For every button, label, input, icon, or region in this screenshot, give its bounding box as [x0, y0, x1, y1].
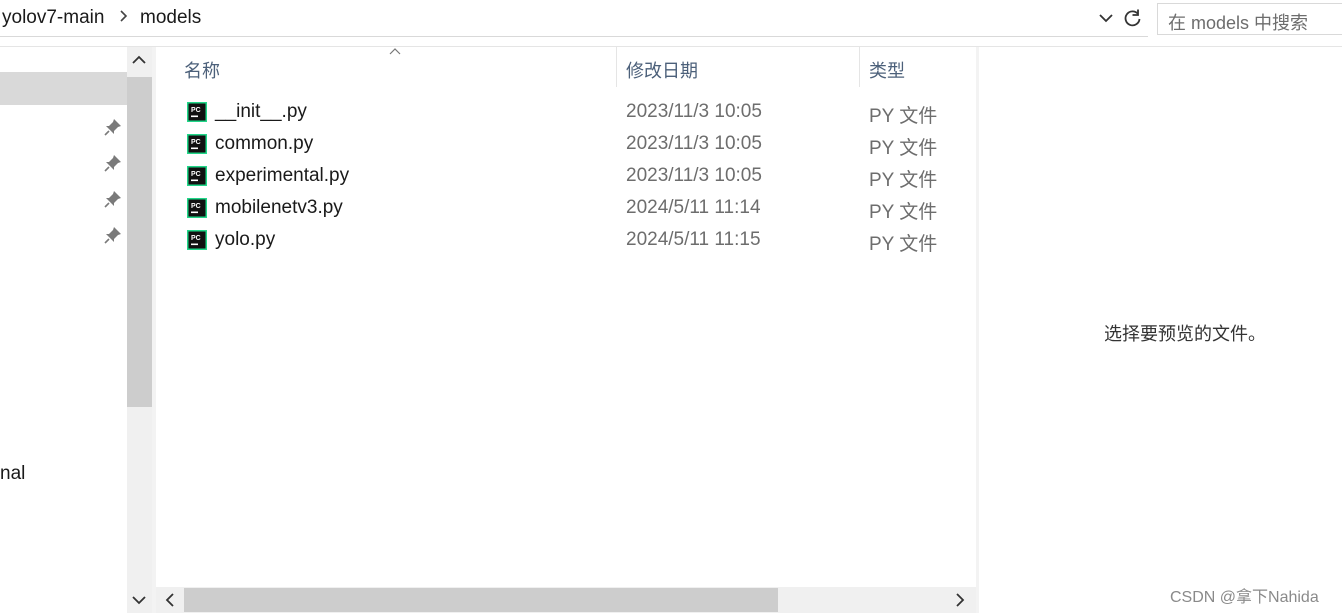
file-row[interactable]: PC __init__.py 2023/11/3 10:05 PY 文件: [156, 97, 956, 129]
svg-text:PC: PC: [191, 203, 201, 210]
file-type: PY 文件: [869, 138, 938, 159]
pin-icon[interactable]: [103, 225, 123, 245]
address-bar[interactable]: yolov7-main models: [0, 0, 1148, 37]
preview-empty-message: 选择要预览的文件。: [1104, 324, 1266, 344]
navigation-pane[interactable]: nal: [0, 47, 127, 613]
pycharm-file-icon: PC: [187, 230, 207, 250]
pin-icon[interactable]: [103, 189, 123, 209]
file-name[interactable]: experimental.py: [215, 165, 349, 187]
column-divider[interactable]: [859, 47, 860, 87]
file-type: PY 文件: [869, 202, 938, 223]
watermark: CSDN @拿下Nahida: [1170, 589, 1319, 606]
nav-vertical-scrollbar[interactable]: [127, 47, 152, 613]
column-header-type[interactable]: 类型: [869, 57, 905, 83]
file-list-horizontal-scrollbar[interactable]: [156, 587, 976, 613]
column-header-name[interactable]: 名称: [184, 57, 220, 83]
scroll-down-icon[interactable]: [131, 593, 147, 611]
file-date: 2023/11/3 10:05: [626, 101, 762, 122]
file-row[interactable]: PC yolo.py 2024/5/11 11:15 PY 文件: [156, 225, 956, 257]
pycharm-file-icon: PC: [187, 102, 207, 122]
file-type: PY 文件: [869, 106, 938, 127]
file-type: PY 文件: [869, 234, 938, 255]
search-placeholder: 在 models 中搜索: [1168, 13, 1309, 33]
pin-icon[interactable]: [103, 117, 123, 137]
scrollbar-thumb[interactable]: [127, 77, 152, 407]
chevron-right-icon[interactable]: [118, 8, 130, 29]
svg-text:PC: PC: [191, 107, 201, 114]
file-name[interactable]: __init__.py: [215, 101, 307, 123]
pycharm-file-icon: PC: [187, 198, 207, 218]
pycharm-file-icon: PC: [187, 134, 207, 154]
breadcrumb-models[interactable]: models: [140, 7, 201, 29]
sort-ascending-icon: [388, 43, 402, 59]
file-date: 2024/5/11 11:14: [626, 197, 761, 218]
scroll-right-icon[interactable]: [954, 592, 966, 613]
nav-item-selected[interactable]: [0, 72, 127, 105]
column-header-date[interactable]: 修改日期: [626, 57, 698, 83]
chevron-down-icon[interactable]: [1096, 7, 1116, 29]
scroll-left-icon[interactable]: [164, 592, 176, 613]
file-date: 2023/11/3 10:05: [626, 133, 762, 154]
column-divider[interactable]: [616, 47, 617, 87]
file-date: 2023/11/3 10:05: [626, 165, 762, 186]
search-input[interactable]: 在 models 中搜索: [1157, 3, 1342, 35]
preview-pane-splitter[interactable]: [976, 47, 979, 613]
file-list[interactable]: 名称 修改日期 类型 PC __init__.py 2023/11/3 10:0…: [156, 47, 976, 587]
svg-text:PC: PC: [191, 235, 201, 242]
file-name[interactable]: common.py: [215, 133, 313, 155]
file-name[interactable]: yolo.py: [215, 229, 275, 251]
nav-item-label[interactable]: nal: [0, 463, 25, 485]
scrollbar-thumb[interactable]: [184, 588, 778, 612]
file-name[interactable]: mobilenetv3.py: [215, 197, 343, 219]
file-row[interactable]: PC experimental.py 2023/11/3 10:05 PY 文件: [156, 161, 956, 193]
file-row[interactable]: PC mobilenetv3.py 2024/5/11 11:14 PY 文件: [156, 193, 956, 225]
svg-text:PC: PC: [191, 139, 201, 146]
scroll-up-icon[interactable]: [131, 53, 147, 71]
svg-text:PC: PC: [191, 171, 201, 178]
pycharm-file-icon: PC: [187, 166, 207, 186]
file-row[interactable]: PC common.py 2023/11/3 10:05 PY 文件: [156, 129, 956, 161]
refresh-icon[interactable]: [1120, 4, 1146, 32]
pin-icon[interactable]: [103, 153, 123, 173]
breadcrumb-yolov7-main[interactable]: yolov7-main: [2, 7, 104, 29]
file-type: PY 文件: [869, 170, 938, 191]
file-date: 2024/5/11 11:15: [626, 229, 761, 250]
